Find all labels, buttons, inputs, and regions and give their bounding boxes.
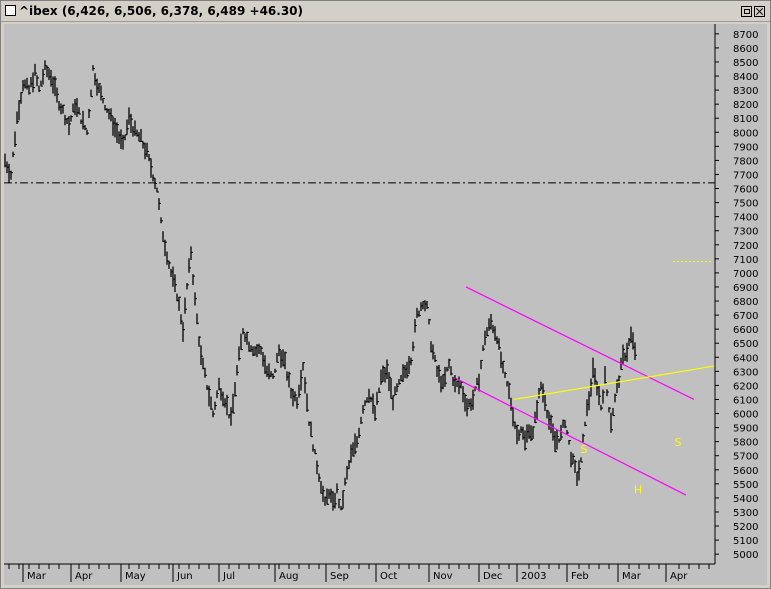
restore-button[interactable] [741, 6, 752, 17]
y-tick-label: 8100 [733, 114, 758, 125]
y-tick-label: 7500 [733, 199, 758, 210]
y-tick-label: 6200 [733, 381, 758, 392]
y-tick-label: 6000 [733, 410, 758, 421]
chart-window: ^ibex (6,426, 6,506, 6,378, 6,489 +46.30… [0, 0, 771, 589]
x-tick-label: Mar [622, 571, 642, 582]
y-tick-label: 7700 [733, 170, 758, 181]
y-tick-label: 6900 [733, 283, 758, 294]
y-tick-label: 7200 [733, 241, 758, 252]
y-tick-label: 7800 [733, 156, 758, 167]
x-tick-label: 2003 [521, 571, 546, 582]
plot-area [4, 24, 715, 564]
y-tick-label: 8700 [733, 30, 758, 41]
y-tick-label: 8400 [733, 72, 758, 83]
window-menu-icon[interactable] [5, 5, 16, 16]
y-tick-label: 5500 [733, 480, 758, 491]
x-tick-label: Aug [279, 571, 299, 582]
y-tick-label: 8000 [733, 128, 758, 139]
y-tick-label: 7100 [733, 255, 758, 266]
y-tick-label: 5300 [733, 508, 758, 519]
y-tick-label: 5200 [733, 522, 758, 533]
y-tick-label: 6600 [733, 325, 758, 336]
x-tick-label: Feb [571, 571, 589, 582]
x-tick-label: Nov [433, 571, 453, 582]
y-tick-label: 6400 [733, 353, 758, 364]
y-tick-label: 5900 [733, 424, 758, 435]
pattern-label: S [675, 436, 682, 449]
y-tick-label: 8300 [733, 86, 758, 97]
x-tick-label: Oct [380, 571, 397, 582]
x-tick-label: Dec [483, 571, 502, 582]
x-tick-label: Sep [330, 571, 349, 582]
x-tick-label: Jul [222, 571, 235, 582]
x-tick-label: Apr [75, 571, 93, 582]
y-tick-label: 8500 [733, 58, 758, 69]
y-tick-label: 6100 [733, 395, 758, 406]
y-tick-label: 7400 [733, 213, 758, 224]
y-tick-label: 5400 [733, 494, 758, 505]
y-tick-label: 7000 [733, 269, 758, 280]
x-tick-label: May [125, 571, 146, 582]
pattern-label: H [634, 484, 642, 497]
y-tick-label: 5600 [733, 466, 758, 477]
x-tick-label: Apr [670, 571, 688, 582]
close-button[interactable] [754, 6, 765, 17]
y-tick-label: 7600 [733, 185, 758, 196]
y-tick-label: 7300 [733, 227, 758, 238]
y-tick-label: 5800 [733, 438, 758, 449]
window-title: ^ibex (6,426, 6,506, 6,378, 6,489 +46.30… [19, 4, 304, 18]
x-tick-label: Mar [27, 571, 47, 582]
y-tick-label: 6300 [733, 367, 758, 378]
y-tick-label: 6500 [733, 339, 758, 350]
y-tick-label: 8200 [733, 100, 758, 111]
price-chart: S H S 8700 8600 8500 8400 8300 8200 8100 8000 7900… [4, 24, 767, 585]
y-tick-label: 6800 [733, 297, 758, 308]
title-bar[interactable]: ^ibex (6,426, 6,506, 6,378, 6,489 +46.30… [1, 1, 770, 22]
y-tick-label: 7900 [733, 142, 758, 153]
y-tick-label: 6700 [733, 311, 758, 322]
y-tick-label: 5100 [733, 536, 758, 547]
y-tick-label: 5000 [733, 550, 758, 561]
x-tick-label: Jun [176, 571, 193, 582]
pattern-label: S [581, 443, 588, 456]
y-tick-label: 5700 [733, 452, 758, 463]
y-tick-label: 8600 [733, 44, 758, 55]
